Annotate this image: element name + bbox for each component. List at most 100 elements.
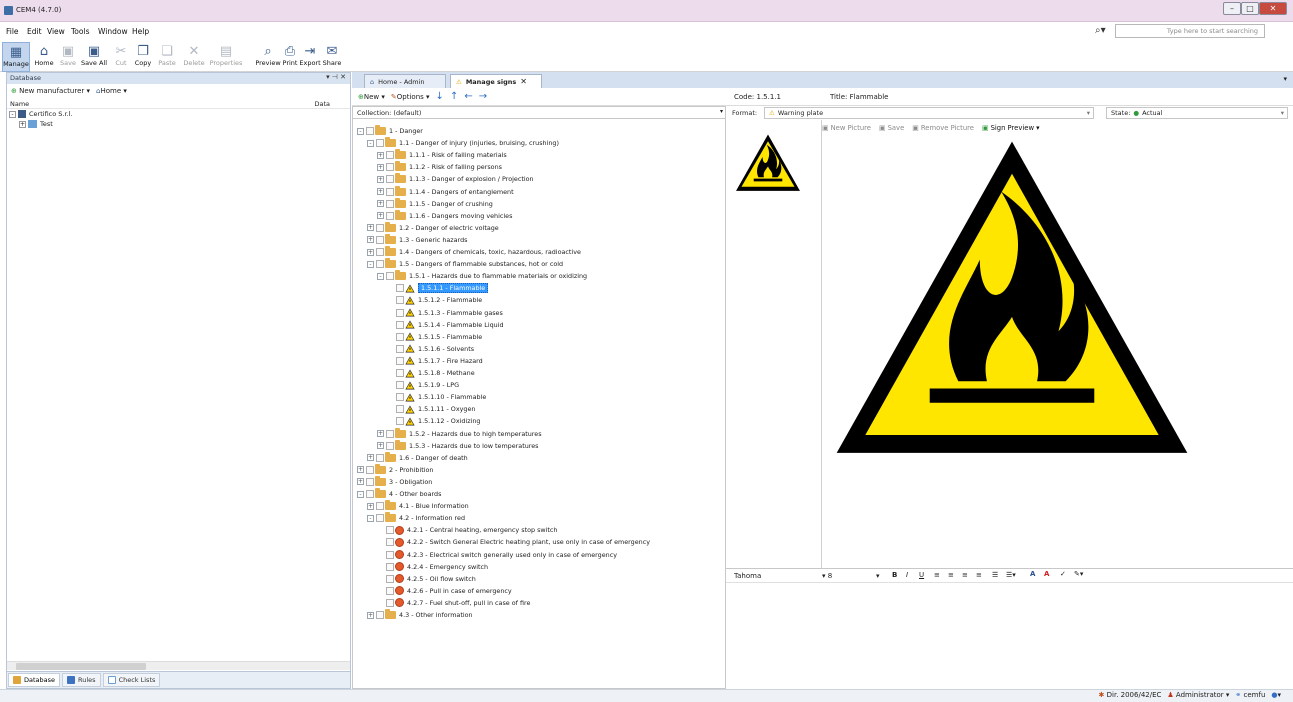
tree-node[interactable]: 1.5.1.4 - Flammable Liquid	[387, 319, 504, 331]
close-tab-icon[interactable]: ✕	[520, 77, 527, 86]
menu-tools[interactable]: Tools	[71, 27, 89, 36]
tree-node[interactable]: +1.5.2 - Hazards due to high temperature…	[377, 427, 542, 440]
numbered-list-icon[interactable]: ☰▾	[1006, 571, 1016, 579]
delete-button[interactable]: ✕ Delete	[182, 42, 206, 72]
tree-checkbox[interactable]	[366, 465, 374, 474]
tree-checkbox[interactable]	[386, 562, 394, 571]
directive-status[interactable]: ✱ Dir. 2006/42/EC	[1099, 691, 1162, 699]
tree-node[interactable]: - 4.2 - Information red	[367, 512, 465, 524]
close-button[interactable]: ✕	[1259, 2, 1287, 15]
tree-node[interactable]: - 1 - Danger	[357, 125, 423, 137]
tab-home-admin[interactable]: ⌂ Home - Admin	[364, 74, 446, 88]
tree-checkbox[interactable]	[386, 574, 394, 583]
expand-icon[interactable]: +	[367, 454, 374, 462]
new-manufacturer-button[interactable]: ⊕ New manufacturer ▾	[11, 87, 90, 95]
tree-node[interactable]: - 1.5 - Dangers of flammable substances, …	[367, 258, 563, 270]
tree-node[interactable]: 4.2.3 - Electrical switch generally used…	[377, 549, 617, 561]
tree-node-manufacturer[interactable]: - Certifico S.r.l.	[7, 109, 350, 119]
cut-button[interactable]: ✂ Cut	[112, 42, 130, 72]
paste-button[interactable]: ❏ Paste	[156, 42, 178, 72]
print-button[interactable]: ⎙ Print	[281, 42, 299, 72]
tabs-dropdown-icon[interactable]: ▾	[1283, 75, 1287, 83]
tree-checkbox[interactable]	[386, 199, 394, 208]
collection-select[interactable]: Collection: (default) ▾	[352, 106, 726, 119]
tab-rules[interactable]: Rules	[62, 673, 101, 687]
tree-checkbox[interactable]	[386, 441, 394, 450]
sign-thumbnail[interactable]	[734, 132, 802, 194]
search-input[interactable]: Type here to start searching	[1115, 24, 1265, 38]
maximize-button[interactable]: □	[1241, 2, 1259, 15]
tab-manage-signs[interactable]: ⚠ Manage signs ✕	[450, 74, 542, 88]
move-down-icon[interactable]: ↓	[436, 91, 444, 102]
tree-node[interactable]: +3 - Obligation	[357, 475, 432, 488]
italic-icon[interactable]: I	[906, 571, 908, 579]
collapse-icon[interactable]: -	[367, 260, 374, 268]
share-button[interactable]: ✉ Share	[322, 42, 342, 72]
remove-picture-button[interactable]: ▣ Remove Picture	[912, 124, 974, 132]
user-status[interactable]: ♟ Administrator ▾	[1167, 691, 1229, 699]
font-family-select[interactable]: Tahoma	[734, 572, 761, 580]
tree-checkbox[interactable]	[396, 308, 404, 317]
tree-checkbox[interactable]	[376, 260, 384, 269]
tab-check-lists[interactable]: Check Lists	[102, 673, 161, 687]
move-left-icon[interactable]: ←	[464, 91, 472, 102]
expand-icon[interactable]: +	[377, 175, 384, 183]
tree-checkbox[interactable]	[386, 175, 394, 184]
move-right-icon[interactable]: →	[479, 91, 487, 102]
tree-checkbox[interactable]	[376, 453, 384, 462]
collapse-icon[interactable]: -	[357, 127, 364, 135]
tree-node[interactable]: +1.4 - Dangers of chemicals, toxic, haza…	[367, 246, 581, 258]
tree-checkbox[interactable]	[376, 235, 384, 244]
tree-checkbox[interactable]	[386, 163, 394, 172]
tree-node[interactable]: 4.2.5 - Oil flow switch	[377, 573, 476, 585]
tree-node[interactable]: +1.1.4 - Dangers of entanglement	[377, 185, 514, 198]
expand-icon[interactable]: +	[367, 248, 374, 256]
expand-icon[interactable]: +	[377, 430, 384, 437]
align-center-icon[interactable]: ≡	[948, 571, 954, 579]
highlight-color-icon[interactable]: A	[1044, 570, 1049, 578]
tree-checkbox[interactable]	[386, 187, 394, 196]
expand-icon[interactable]: +	[19, 120, 26, 128]
copy-button[interactable]: ❐ Copy	[132, 42, 154, 72]
tree-node[interactable]: 1.5.1.12 - Oxidizing	[387, 415, 480, 427]
tree-node[interactable]: 1.5.1.9 - LPG	[387, 379, 459, 391]
tree-checkbox[interactable]	[396, 344, 404, 353]
horizontal-scrollbar[interactable]	[7, 661, 350, 670]
column-data[interactable]: Data	[314, 100, 330, 108]
expand-icon[interactable]: +	[377, 212, 384, 220]
tree-node[interactable]: 4.2.7 - Fuel shut-off, pull in case of f…	[377, 597, 530, 609]
tree-checkbox[interactable]	[386, 151, 394, 160]
tree-node[interactable]: +1.3 - Generic hazards	[367, 233, 467, 246]
home-button[interactable]: ⌂ Home	[32, 42, 56, 72]
font-size-chevron-icon[interactable]: ▾	[876, 572, 880, 580]
tree-checkbox[interactable]	[396, 320, 404, 329]
save-picture-button[interactable]: ▣ Save	[879, 124, 904, 132]
menu-edit[interactable]: Edit	[27, 27, 42, 36]
tree-node[interactable]: +1.2 - Danger of electric voltage	[367, 221, 499, 234]
manage-button[interactable]: ▦ Manage	[2, 42, 30, 72]
export-button[interactable]: ⇥ Export	[299, 42, 320, 72]
expand-icon[interactable]: +	[377, 200, 384, 208]
tree-checkbox[interactable]	[376, 223, 384, 232]
font-size-select[interactable]: ▾ 8	[822, 572, 832, 580]
menu-file[interactable]: File	[6, 27, 19, 36]
underline-icon[interactable]: U	[919, 571, 924, 579]
tree-checkbox[interactable]	[366, 477, 374, 486]
tree-checkbox[interactable]	[376, 139, 384, 148]
collapse-icon[interactable]: -	[367, 514, 374, 522]
tree-checkbox[interactable]	[376, 611, 384, 619]
expand-icon[interactable]: +	[377, 163, 384, 171]
tree-node[interactable]: - 1.5.1 - Hazards due to flammable materi…	[377, 270, 587, 282]
bullet-list-icon[interactable]: ☰	[992, 571, 998, 579]
tab-database[interactable]: Database	[8, 673, 61, 687]
tree-checkbox[interactable]	[396, 369, 404, 377]
tree-checkbox[interactable]	[366, 127, 374, 135]
tree-node[interactable]: 4.2.1 - Central heating, emergency stop …	[377, 524, 557, 536]
move-up-icon[interactable]: ↑	[450, 91, 458, 102]
panel-controls[interactable]: ▾ ⊣ ✕	[326, 73, 346, 81]
expand-icon[interactable]: +	[357, 478, 364, 486]
tree-node[interactable]: 1.5.1.10 - Flammable	[387, 391, 486, 403]
tree-checkbox[interactable]	[366, 490, 374, 498]
collapse-icon[interactable]: -	[9, 110, 16, 118]
tree-node[interactable]: +1.1.3 - Danger of explosion / Projectio…	[377, 173, 534, 185]
